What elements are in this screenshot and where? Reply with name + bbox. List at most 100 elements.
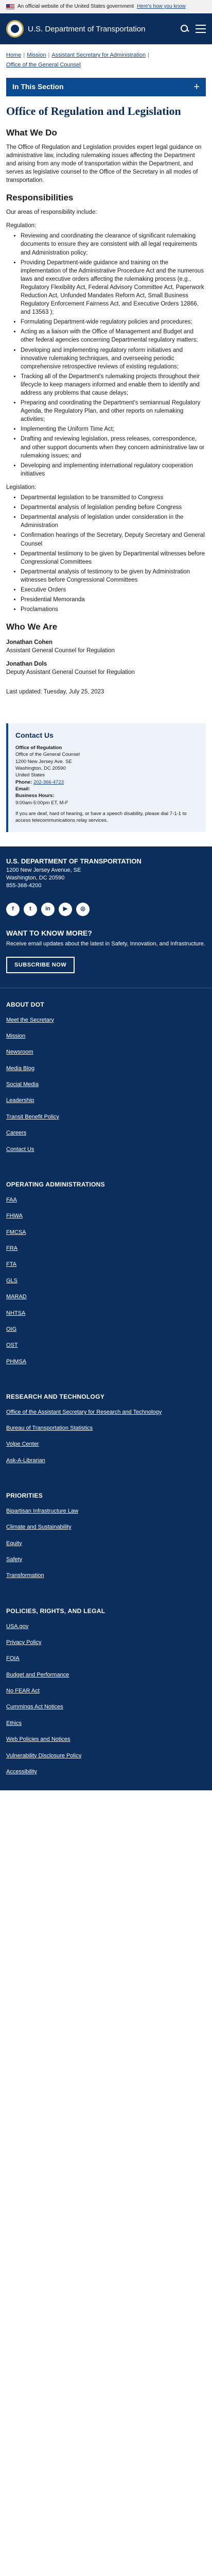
main-content: Office of Regulation and Legislation Wha…	[0, 96, 212, 711]
hours-label: Business Hours:	[15, 793, 55, 799]
footer-link[interactable]: Transformation	[6, 1572, 206, 1580]
footer-link[interactable]: Privacy Policy	[6, 1639, 206, 1647]
footer-link[interactable]: FMCSA	[6, 1229, 206, 1236]
newsletter-heading: WANT TO KNOW MORE?	[6, 928, 92, 937]
gov-banner: An official website of the United States…	[0, 0, 212, 13]
menu-icon[interactable]	[196, 25, 206, 33]
list-item: Drafting and reviewing legislation, pres…	[21, 435, 206, 460]
person-name: Jonathan Dols	[6, 661, 47, 668]
list-item: Departmental analysis of testimony to be…	[21, 568, 206, 584]
footer-phone: 855-368-4200	[6, 883, 42, 889]
youtube-icon[interactable]: ▶	[59, 902, 72, 916]
what-we-do-heading: What We Do	[6, 128, 57, 138]
footer-link[interactable]: Bipartisan Infrastructure Law	[6, 1507, 206, 1515]
intro-paragraph: The Office of Regulation and Legislation…	[6, 144, 202, 184]
contact-city: Washington, DC 20590	[15, 766, 66, 772]
breadcrumb-separator: |	[23, 52, 25, 58]
list-item: Implementing the Uniform Time Act;	[21, 425, 206, 433]
who-we-are-heading: Who We Are	[6, 622, 58, 632]
contact-street: 1200 New Jersey Ave. SE	[15, 758, 72, 765]
footer-link[interactable]: FHWA	[6, 1212, 206, 1220]
newsletter-signup: WANT TO KNOW MORE? Receive email updates…	[6, 928, 206, 973]
brand-logo-link[interactable]: U.S. Department of Transportation	[6, 20, 145, 38]
footer-link[interactable]: USA.gov	[6, 1623, 206, 1631]
footer-link[interactable]: MARAD	[6, 1293, 206, 1301]
footer-link[interactable]: OIG	[6, 1326, 206, 1333]
footer-link[interactable]: Mission	[6, 1032, 206, 1040]
breadcrumb-separator: |	[48, 52, 50, 58]
legislation-label: Legislation:	[6, 484, 37, 490]
contact-office: Office of Regulation	[15, 745, 62, 751]
footer-link[interactable]: Newsroom	[6, 1048, 206, 1056]
footer-link[interactable]: Ethics	[6, 1720, 206, 1727]
footer-link[interactable]: PHMSA	[6, 1358, 206, 1366]
brand-name: U.S. Department of Transportation	[28, 24, 146, 33]
instagram-icon[interactable]: ◎	[76, 902, 90, 916]
breadcrumb-home[interactable]: Home	[6, 52, 21, 59]
breadcrumb-mission[interactable]: Mission	[27, 52, 46, 59]
list-item: Confirmation hearings of the Secretary, …	[21, 531, 206, 548]
footer-link[interactable]: Safety	[6, 1556, 206, 1564]
person-title: Assistant General Counsel for Regulation	[6, 648, 115, 654]
footer-link[interactable]: Cummings Act Notices	[6, 1703, 206, 1711]
footer-link[interactable]: OST	[6, 1342, 206, 1349]
footer-group-heading: RESEARCH AND TECHNOLOGY	[6, 1393, 105, 1401]
footer-link[interactable]: Ask-A-Librarian	[6, 1457, 206, 1465]
list-item: Developing and implementing regulatory r…	[21, 346, 206, 371]
footer-link[interactable]: Social Media	[6, 1081, 206, 1089]
footer-address1: 1200 New Jersey Avenue, SE	[6, 867, 81, 873]
footer-link[interactable]: FRA	[6, 1245, 206, 1252]
footer-link[interactable]: Equity	[6, 1540, 206, 1548]
footer-link[interactable]: Contact Us	[6, 1146, 206, 1154]
gov-banner-link[interactable]: Here's how you know	[137, 3, 186, 10]
breadcrumb-assistant-secretary[interactable]: Assistant Secretary for Administration	[51, 52, 146, 59]
footer-link[interactable]: Careers	[6, 1129, 206, 1137]
contact-heading: Contact Us	[15, 731, 54, 739]
footer-link[interactable]: Climate and Sustainability	[6, 1523, 206, 1531]
footer-link[interactable]: Meet the Secretary	[6, 1016, 206, 1024]
contact-dept: Office of the General Counsel	[15, 752, 80, 758]
list-item: Proclamations	[21, 605, 206, 614]
linkedin-icon[interactable]: in	[41, 902, 55, 916]
footer-link[interactable]: Media Blog	[6, 1065, 206, 1073]
breadcrumb-general-counsel[interactable]: Office of the General Counsel	[6, 61, 81, 69]
footer-link[interactable]: FTA	[6, 1261, 206, 1268]
footer-link[interactable]: No FEAR Act	[6, 1687, 206, 1695]
list-item: Departmental legislation to be transmitt…	[21, 494, 206, 502]
footer-link[interactable]: NHTSA	[6, 1310, 206, 1317]
footer-link[interactable]: Bureau of Transportation Statistics	[6, 1425, 206, 1432]
plus-icon: +	[193, 81, 200, 93]
footer-link[interactable]: Transit Benefit Policy	[6, 1113, 206, 1121]
list-item: Formulating Department-wide regulatory p…	[21, 318, 206, 326]
footer-link[interactable]: Accessibility	[6, 1768, 206, 1776]
section-nav-label: In This Section	[12, 82, 64, 91]
footer-group-heading: OPERATING ADMINISTRATIONS	[6, 1181, 105, 1189]
facebook-icon[interactable]: f	[6, 902, 20, 916]
footer-link[interactable]: Web Policies and Notices	[6, 1736, 206, 1743]
list-item: Executive Orders	[21, 586, 206, 594]
footer-group-heading: ABOUT DOT	[6, 1001, 45, 1008]
footer-link[interactable]: Budget and Performance	[6, 1671, 206, 1679]
list-item: Departmental analysis of legislation und…	[21, 513, 206, 530]
list-item: Acting as a liaison with the Office of M…	[21, 328, 206, 344]
footer-link[interactable]: FOIA	[6, 1655, 206, 1663]
section-nav-toggle[interactable]: In This Section +	[6, 77, 206, 96]
twitter-icon[interactable]: t	[24, 902, 37, 916]
list-item: Reviewing and coordinating the clearance…	[21, 232, 206, 257]
search-icon[interactable]	[180, 24, 189, 33]
hours-value: 9:00am-5:00pm ET, M-F	[15, 800, 68, 806]
list-item: Tracking all of the Department's rulemak…	[21, 372, 206, 397]
list-item: Departmental testimony to be given by De…	[21, 550, 206, 566]
footer-link[interactable]: GLS	[6, 1277, 206, 1285]
dot-seal-icon	[6, 20, 24, 38]
footer-title: U.S. DEPARTMENT OF TRANSPORTATION	[6, 857, 142, 866]
footer-link[interactable]: Volpe Center	[6, 1440, 206, 1448]
footer-link[interactable]: Leadership	[6, 1097, 206, 1105]
footer-link[interactable]: Office of the Assistant Secretary for Re…	[6, 1409, 206, 1416]
footer-link[interactable]: FAA	[6, 1196, 206, 1204]
site-header: U.S. Department of Transportation	[0, 13, 212, 44]
list-item: Providing Department-wide guidance and t…	[21, 259, 206, 317]
phone-link[interactable]: 202-366-4723	[33, 779, 64, 785]
subscribe-button[interactable]: SUBSCRIBE NOW	[6, 956, 75, 973]
footer-link[interactable]: Vulnerability Disclosure Policy	[6, 1752, 206, 1760]
